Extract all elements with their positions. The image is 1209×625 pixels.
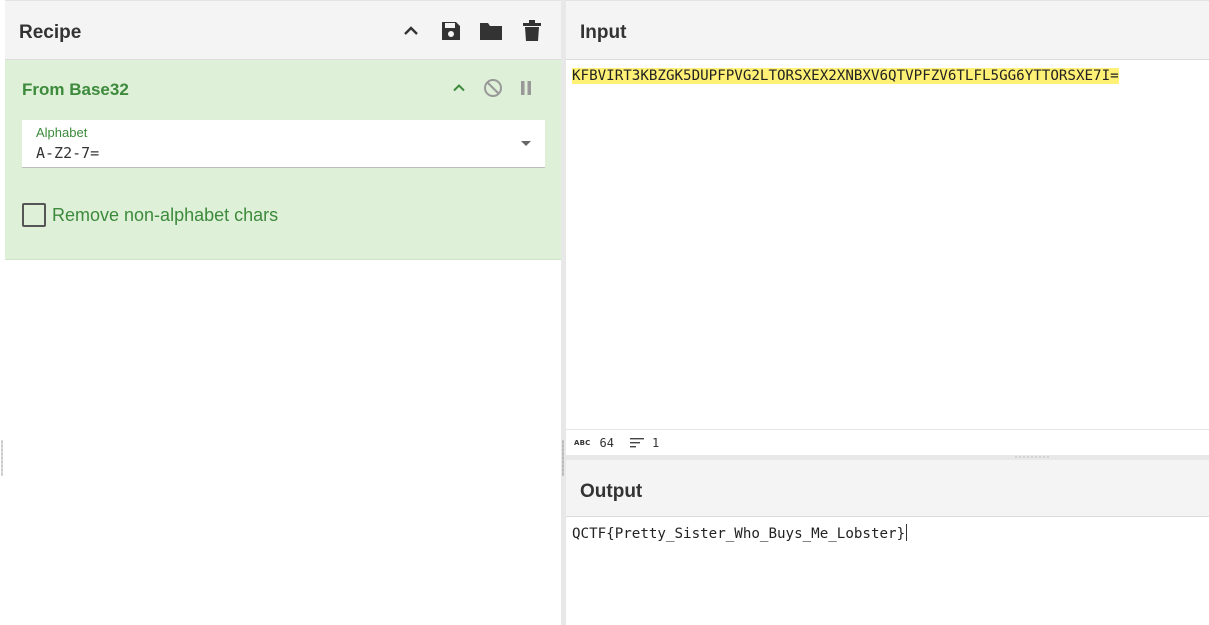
input-status-bar: ABC 64 1 — [566, 429, 1209, 456]
breakpoint-button[interactable] — [513, 75, 539, 101]
output-textarea[interactable]: QCTF{Pretty_Sister_Who_Buys_Me_Lobster} — [572, 524, 908, 544]
trash-icon — [523, 20, 541, 41]
chevron-up-icon — [404, 26, 418, 35]
text-cursor — [906, 524, 908, 541]
disable-operation-button[interactable] — [480, 75, 506, 101]
clear-recipe-button[interactable] — [518, 17, 546, 45]
input-title: Input — [580, 22, 627, 43]
recipe-header: Recipe — [5, 1, 561, 60]
save-icon — [442, 22, 460, 40]
input-header: Input — [566, 1, 1209, 60]
pause-icon — [521, 81, 531, 95]
alphabet-select[interactable]: Alphabet A-Z2-7= — [22, 120, 545, 168]
save-recipe-button[interactable] — [437, 17, 465, 45]
output-header: Output — [566, 460, 1209, 517]
line-count: 1 — [651, 436, 660, 450]
splitter-grip — [562, 440, 564, 476]
operation-from-base32: From Base32 Alphabet A-Z2-7= Remove non-… — [5, 60, 561, 260]
recipe-title: Recipe — [19, 22, 82, 43]
cyberchef-app: Recipe From Base32 Alphabet A-Z2-7= Remo… — [0, 0, 1209, 625]
folder-icon — [480, 23, 502, 40]
caret-down-icon — [521, 141, 531, 146]
operation-title: From Base32 — [22, 80, 129, 99]
remove-non-alphabet-checkbox-row[interactable]: Remove non-alphabet chars — [22, 202, 278, 228]
disable-icon — [484, 79, 502, 97]
output-text: QCTF{Pretty_Sister_Who_Buys_Me_Lobster} — [572, 526, 906, 542]
lines-icon — [629, 438, 644, 448]
abc-length-icon: ABC — [574, 439, 591, 447]
collapse-operation-button[interactable] — [446, 75, 472, 101]
recipe-pane: Recipe From Base32 Alphabet A-Z2-7= Remo… — [5, 0, 561, 625]
remove-non-alphabet-checkbox[interactable] — [22, 203, 46, 227]
chevron-up-icon — [453, 84, 465, 92]
input-textarea[interactable]: KFBVIRT3KBZGK5DUPFPVG2LTORSXEX2XNBXV6QTV… — [572, 66, 1203, 86]
output-pane: Output QCTF{Pretty_Sister_Who_Buys_Me_Lo… — [566, 460, 1209, 625]
input-pane: Input KFBVIRT3KBZGK5DUPFPVG2LTORSXEX2XNB… — [566, 0, 1209, 456]
char-count: 64 — [599, 436, 614, 450]
load-recipe-button[interactable] — [477, 17, 505, 45]
alphabet-value: A-Z2-7= — [36, 144, 100, 162]
input-text: KFBVIRT3KBZGK5DUPFPVG2LTORSXEX2XNBXV6QTV… — [572, 68, 1119, 84]
collapse-all-button[interactable] — [397, 17, 425, 45]
output-title: Output — [580, 481, 643, 502]
splitter-grip — [1014, 456, 1050, 458]
remove-non-alphabet-label: Remove non-alphabet chars — [52, 204, 279, 225]
left-resize-handle[interactable] — [1, 440, 3, 476]
alphabet-label: Alphabet — [36, 125, 88, 140]
